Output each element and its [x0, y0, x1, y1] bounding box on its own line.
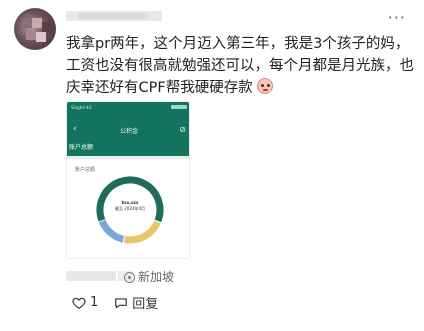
- app-title: 公积金: [119, 128, 138, 135]
- action-row: 1 回复: [72, 293, 158, 312]
- redacted-bar: [66, 271, 116, 281]
- heart-icon[interactable]: [72, 296, 86, 310]
- location: 新加坡: [124, 268, 174, 285]
- more-horizontal-icon[interactable]: ···: [388, 8, 406, 27]
- battery-icon: [171, 105, 187, 109]
- post-line-3: 庆幸还好有CPF帮我硬硬存款: [66, 77, 416, 99]
- center-caption: 截至 2024年4月: [115, 206, 145, 211]
- location-pin-icon: [124, 272, 135, 283]
- donut-center-text: $xx,xxx 截至 2024年4月: [94, 200, 166, 212]
- post-line-2: 工资也没有很高就勉强还可以，每个月都是月光族，也: [66, 58, 414, 74]
- crying-face-emoji-icon: [257, 78, 274, 94]
- post-line-1: 我拿pr两年，这个月迈入第三年，我是3个孩子的妈，: [66, 36, 410, 52]
- post-line-3-text: 庆幸还好有CPF帮我硬硬存款: [66, 80, 253, 96]
- section-label: 账户总额: [75, 167, 96, 173]
- app-header: Singtel 4G ‹ 公积金 ⊘ 账户总额: [67, 102, 189, 156]
- balance-tab: 账户总额: [69, 144, 94, 151]
- divider: [67, 156, 189, 159]
- comment-icon[interactable]: [114, 296, 128, 310]
- attached-image[interactable]: Singtel 4G ‹ 公积金 ⊘ 账户总额 账户总额 $xx,xxx 截至 …: [66, 101, 190, 259]
- eye-off-icon: ⊘: [179, 125, 186, 134]
- post-body: 我拿pr两年，这个月迈入第三年，我是3个孩子的妈， 工资也没有很高就勉强还可以，…: [66, 33, 416, 99]
- reply-button[interactable]: 回复: [132, 293, 158, 312]
- username-redacted[interactable]: [66, 11, 162, 21]
- like-count[interactable]: 1: [90, 295, 98, 310]
- location-text: 新加坡: [138, 270, 175, 284]
- status-bar-text: Singtel 4G: [71, 105, 92, 110]
- avatar[interactable]: [14, 8, 56, 50]
